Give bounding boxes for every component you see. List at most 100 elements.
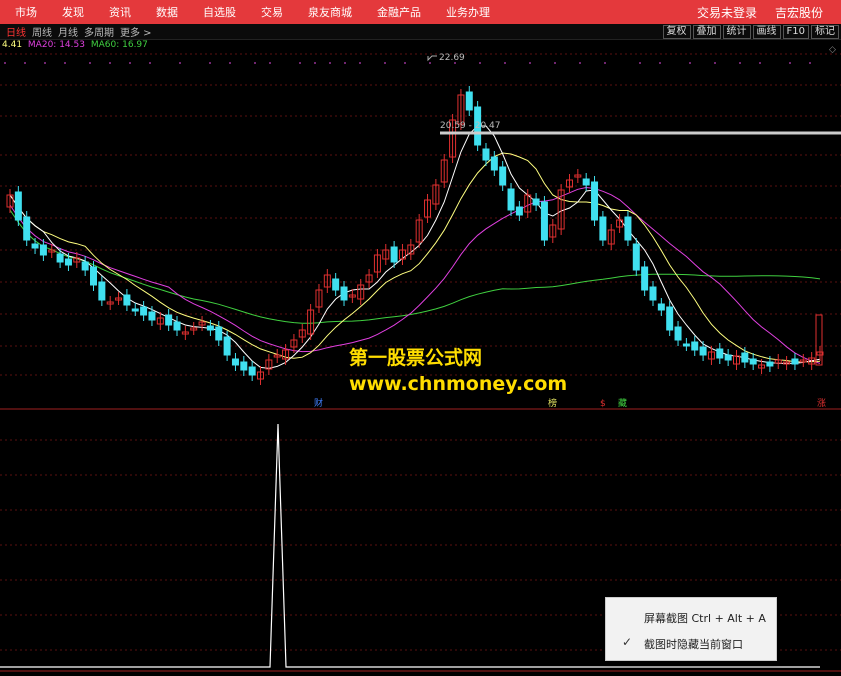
- candle-body: [666, 306, 674, 331]
- candle-body: [31, 243, 39, 249]
- top-dot: [529, 62, 531, 64]
- candle-body: [56, 253, 64, 263]
- candle-body: [682, 343, 690, 347]
- ma5-line: [9, 125, 821, 369]
- candle-body: [148, 311, 156, 321]
- candle-body-last: [815, 314, 823, 366]
- candle-body: [215, 326, 223, 341]
- screenshot-popup: 屏幕截图 Ctrl + Alt + A ✓ 截图时隐藏当前窗口: [605, 597, 777, 661]
- candle-body: [582, 178, 590, 186]
- top-dot: [384, 62, 386, 64]
- candle-body: [340, 286, 348, 301]
- top-dot: [809, 62, 811, 64]
- candle-body: [465, 91, 473, 111]
- marker-cai[interactable]: 财: [314, 397, 323, 409]
- candle-body: [173, 321, 181, 331]
- high-price-label: 22.69: [439, 53, 465, 63]
- candle-body: [699, 346, 707, 356]
- candle-body: [624, 216, 632, 241]
- candle-body: [791, 358, 799, 365]
- candle-body: [206, 325, 214, 331]
- candle-body: [98, 281, 106, 301]
- top-dot: [149, 62, 151, 64]
- top-dot: [429, 62, 431, 64]
- screenshot-menu-item[interactable]: 屏幕截图 Ctrl + Alt + A: [644, 610, 766, 626]
- candle-body: [165, 314, 173, 326]
- candle-body: [691, 341, 699, 351]
- candle-body: [674, 326, 682, 341]
- kline-chart[interactable]: 22.69 20.59 - 20.47 财 榜 $ 藏 涨 ◇: [0, 0, 841, 676]
- top-dot: [314, 62, 316, 64]
- top-dot: [689, 62, 691, 64]
- diamond-icon[interactable]: ◇: [829, 45, 836, 55]
- top-dot: [89, 62, 91, 64]
- top-dot: [4, 62, 6, 64]
- candle-body: [507, 188, 515, 211]
- top-dot: [129, 62, 131, 64]
- candle-body: [515, 206, 523, 216]
- candle-body: [657, 303, 665, 311]
- candle-body: [23, 216, 31, 241]
- candle-body: [123, 294, 131, 306]
- candle-body: [532, 198, 540, 206]
- candle-body: [223, 336, 231, 356]
- ma5-polyline: [9, 125, 821, 369]
- candle-body: [716, 348, 724, 359]
- candle-body: [81, 261, 89, 271]
- candles: [4, 62, 824, 385]
- candle-body: [599, 216, 607, 241]
- candle-body: [90, 266, 98, 286]
- candle-body: [140, 306, 148, 316]
- watermark-url: www.chnmoney.com: [349, 373, 568, 395]
- hide-window-menu-item[interactable]: 截图时隐藏当前窗口: [644, 636, 743, 652]
- candle-body: [499, 166, 507, 186]
- top-dot: [579, 62, 581, 64]
- top-dot: [64, 62, 66, 64]
- top-dot: [329, 62, 331, 64]
- candle-body: [482, 148, 490, 161]
- top-dot: [179, 62, 181, 64]
- candle-body: [64, 258, 72, 266]
- top-dot: [714, 62, 716, 64]
- candle-body: [248, 366, 256, 376]
- top-dot: [24, 62, 26, 64]
- top-dot: [344, 62, 346, 64]
- ma10-polyline: [9, 152, 821, 363]
- marker-bang[interactable]: 榜: [548, 397, 557, 409]
- candle-body: [766, 361, 774, 367]
- candle-body: [741, 352, 749, 363]
- watermark-title: 第一股票公式网: [349, 347, 483, 369]
- candle-body: [131, 308, 139, 312]
- top-dot: [659, 62, 661, 64]
- candle-body: [749, 358, 757, 365]
- high-pointer: [427, 55, 437, 62]
- top-dot: [604, 62, 606, 64]
- candle-body: [649, 286, 657, 301]
- check-icon: ✓: [622, 635, 633, 649]
- marker-dollar[interactable]: $: [600, 399, 606, 409]
- top-dot: [299, 62, 301, 64]
- candle-body: [724, 354, 732, 361]
- top-dot: [479, 62, 481, 64]
- candle-body: [39, 244, 47, 256]
- candle-body: [14, 191, 22, 221]
- top-dot: [639, 62, 641, 64]
- top-dot: [269, 62, 271, 64]
- ma10-line: [9, 152, 821, 363]
- marker-cang[interactable]: 藏: [618, 397, 627, 409]
- top-dot: [504, 62, 506, 64]
- candle-body: [490, 156, 498, 171]
- marker-zhang[interactable]: 涨: [817, 398, 826, 409]
- candle-body: [390, 246, 398, 263]
- candle-body: [632, 243, 640, 271]
- range-price-label: 20.59 - 20.47: [440, 121, 501, 131]
- top-dot: [44, 62, 46, 64]
- top-dot: [404, 62, 406, 64]
- candle-body: [332, 278, 340, 291]
- top-dot: [254, 62, 256, 64]
- top-dot: [209, 62, 211, 64]
- top-dot: [109, 62, 111, 64]
- chart-grid: [0, 53, 841, 376]
- top-dot: [739, 62, 741, 64]
- candle-body: [231, 358, 239, 366]
